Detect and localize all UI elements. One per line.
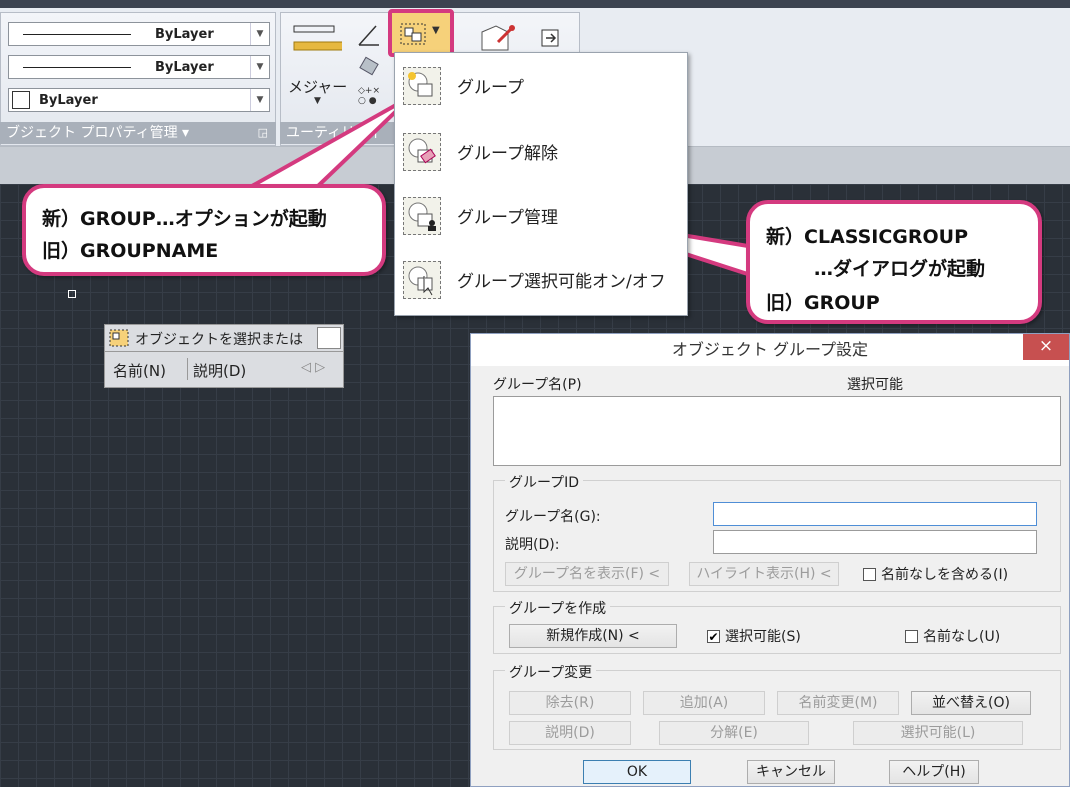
- help-button[interactable]: ヘルプ(H): [889, 760, 979, 784]
- group-icon: [403, 67, 441, 105]
- close-button[interactable]: ×: [1023, 334, 1069, 360]
- right-callout-line1: 新）CLASSICGROUP: [766, 226, 969, 248]
- selectable-label: 選択可能(S): [725, 629, 801, 645]
- left-callout-line1: 新）GROUP…オプションが起動: [42, 208, 327, 230]
- menu-item-label: グループ選択可能オン/オフ: [457, 272, 666, 292]
- left-callout-pointer: [250, 94, 414, 188]
- menu-item-label: グループ: [457, 78, 524, 98]
- group-dropdown-menu: グループ グループ解除 グループ管理 グループ選択可能オン/オフ: [394, 52, 688, 316]
- include-unnamed-label: 名前なしを含める(I): [881, 567, 1009, 583]
- include-unnamed-checkbox[interactable]: [863, 568, 876, 581]
- create-group-label: グループを作成: [505, 598, 611, 618]
- add-button[interactable]: 追加(A): [643, 691, 765, 715]
- new-group-button[interactable]: 新規作成(N) <: [509, 624, 677, 648]
- change-group-label: グループ変更: [505, 662, 597, 682]
- ok-button[interactable]: OK: [583, 760, 691, 784]
- list-header-name: グループ名(P): [493, 377, 582, 393]
- explode-button[interactable]: 分解(E): [659, 721, 809, 745]
- selectable-button[interactable]: 選択可能(L): [853, 721, 1023, 745]
- left-callout-line2: 旧）GROUPNAME: [42, 240, 219, 262]
- menu-item-group-selection-toggle[interactable]: グループ選択可能オン/オフ: [395, 249, 687, 309]
- remove-button[interactable]: 除去(R): [509, 691, 631, 715]
- reorder-button[interactable]: 並べ替え(O): [911, 691, 1031, 715]
- menu-item-label: グループ管理: [457, 208, 558, 228]
- rename-button[interactable]: 名前変更(M): [777, 691, 899, 715]
- selectable-checkbox[interactable]: ✔: [707, 630, 720, 643]
- find-name-button[interactable]: グループ名を表示(F) <: [505, 562, 669, 586]
- menu-item-group-manager[interactable]: グループ管理: [395, 185, 687, 245]
- unnamed-label: 名前なし(U): [923, 629, 1001, 645]
- group-list[interactable]: [493, 396, 1061, 466]
- menu-item-ungroup[interactable]: グループ解除: [395, 121, 687, 181]
- description-input[interactable]: [713, 530, 1037, 554]
- highlight-button[interactable]: ハイライト表示(H) <: [689, 562, 839, 586]
- object-group-dialog: オブジェクト グループ設定 × グループ名(P) 選択可能 グループID グルー…: [470, 333, 1070, 787]
- right-callout-line3: 旧）GROUP: [766, 292, 880, 314]
- group-selection-toggle-icon: [403, 261, 441, 299]
- description-label: 説明(D):: [505, 537, 560, 553]
- menu-item-label: グループ解除: [457, 144, 558, 164]
- unnamed-checkbox[interactable]: [905, 630, 918, 643]
- group-name-input[interactable]: [713, 502, 1037, 526]
- group-id-label: グループID: [505, 472, 584, 492]
- menu-item-group[interactable]: グループ: [395, 55, 687, 115]
- cancel-button[interactable]: キャンセル: [747, 760, 835, 784]
- dialog-title: オブジェクト グループ設定: [471, 334, 1069, 366]
- left-callout: 新）GROUP…オプションが起動 旧）GROUPNAME: [22, 184, 386, 276]
- group-name-label: グループ名(G):: [505, 509, 601, 525]
- group-manager-icon: [403, 197, 441, 235]
- right-callout: 新）CLASSICGROUP …ダイアログが起動 旧）GROUP: [746, 200, 1042, 324]
- ungroup-icon: [403, 133, 441, 171]
- right-callout-line2: …ダイアログが起動: [814, 258, 986, 280]
- list-header-selectable: 選択可能: [847, 377, 903, 393]
- description-button[interactable]: 説明(D): [509, 721, 631, 745]
